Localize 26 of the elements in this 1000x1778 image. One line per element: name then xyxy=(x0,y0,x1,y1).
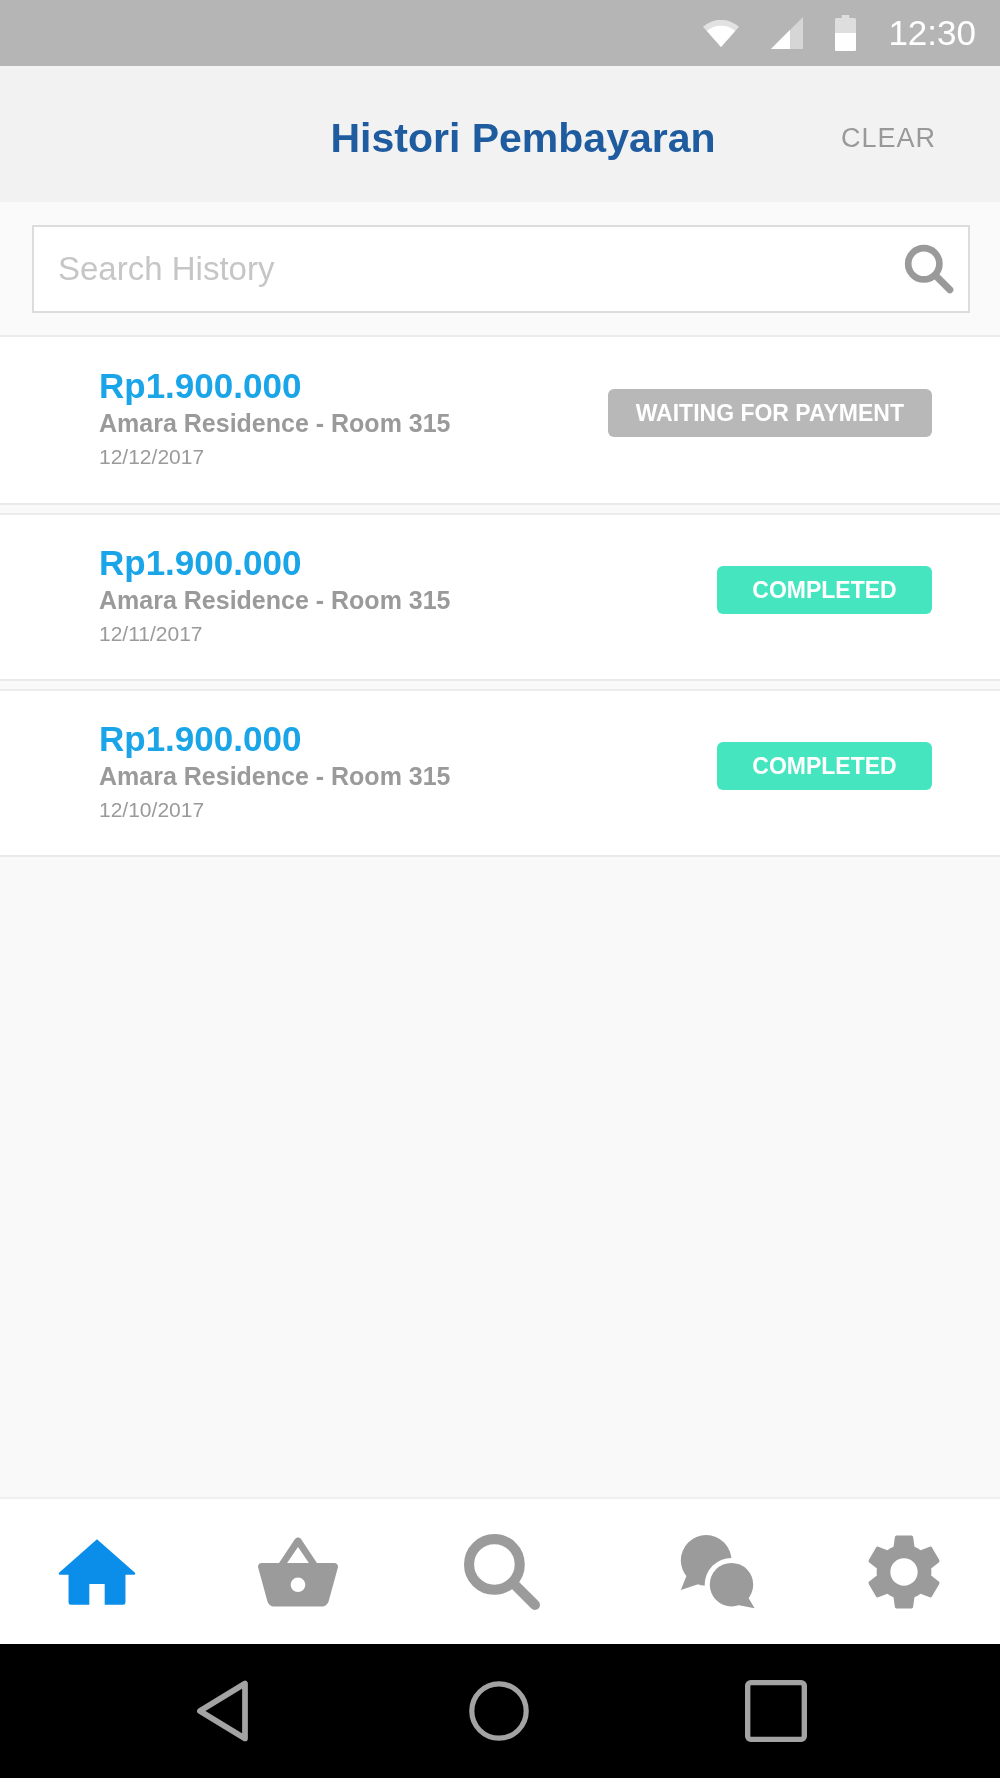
page-title: Histori Pembayaran xyxy=(330,114,716,162)
status-badge: COMPLETED xyxy=(717,742,932,790)
payment-card[interactable]: Rp1.900.000 Amara Residence - Room 315 12/10/2017 COMPLETED xyxy=(0,689,1000,857)
search-icon[interactable] xyxy=(904,244,954,294)
payment-date: 12/11/2017 xyxy=(99,621,203,647)
home-circle-icon[interactable] xyxy=(469,1678,529,1744)
payment-amount: Rp1.900.000 xyxy=(99,544,302,582)
status-badge: COMPLETED xyxy=(717,566,932,614)
property-name: Amara Residence - Room 315 xyxy=(99,585,451,616)
battery-icon xyxy=(835,15,857,51)
signal-icon xyxy=(771,17,804,49)
payment-amount: Rp1.900.000 xyxy=(99,720,302,758)
wifi-icon xyxy=(703,19,740,47)
recents-square-icon[interactable] xyxy=(745,1680,807,1742)
clock-time: 12:30 xyxy=(888,13,976,53)
search-icon[interactable] xyxy=(462,1533,542,1610)
property-name: Amara Residence - Room 315 xyxy=(99,408,451,439)
status-badge: WAITING FOR PAYMENT xyxy=(607,389,932,437)
payment-amount: Rp1.900.000 xyxy=(99,367,302,405)
property-name: Amara Residence - Room 315 xyxy=(99,761,451,792)
payment-date: 12/10/2017 xyxy=(99,797,205,823)
payment-card[interactable]: Rp1.900.000 Amara Residence - Room 315 12/12/2017 WAITING FOR PAYMENT xyxy=(0,337,1000,505)
payment-card[interactable]: Rp1.900.000 Amara Residence - Room 315 12/11/2017 COMPLETED xyxy=(0,513,1000,681)
clear-button[interactable]: CLEAR xyxy=(840,122,936,154)
search-field[interactable]: Search History xyxy=(32,225,970,313)
payment-date: 12/12/2017 xyxy=(99,444,205,470)
